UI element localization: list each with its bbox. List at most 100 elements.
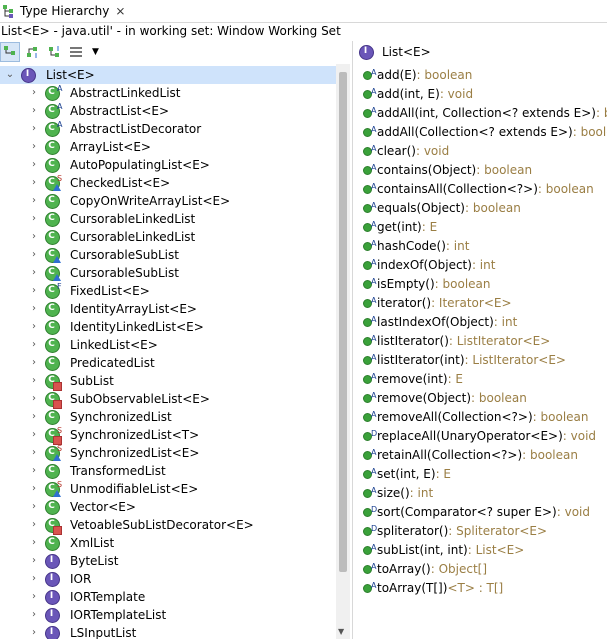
tree-item[interactable]: › C CursorableLinkedList [0,210,195,228]
chevron-right-icon[interactable]: › [28,210,40,228]
tree-item[interactable]: › C PredicatedList [0,354,155,372]
tree-item[interactable]: › C A AbstractListDecorator [0,120,201,138]
method-item[interactable]: Aget(int) : E [356,218,437,237]
pane-divider[interactable] [352,41,353,639]
tree-item[interactable]: › C F FixedList<E> [0,282,150,300]
show-supertype-hierarchy-button[interactable] [22,42,42,62]
tree-item[interactable]: › C VetoableSubListDecorator<E> [0,516,254,535]
tree-item[interactable]: › C A AbstractLinkedList [0,84,181,102]
tree-item[interactable]: › I LSInputList [0,624,136,639]
show-type-hierarchy-button[interactable] [0,42,20,62]
tree-item[interactable]: › C XmlList [0,534,114,552]
method-item[interactable]: AcontainsAll(Collection<?>) : boolean [356,180,594,199]
method-item[interactable]: Acontains(Object) : boolean [356,161,532,180]
members-list[interactable]: Aadd(E) : boolean Aadd(int, E) : void Aadd… [356,64,607,639]
method-item[interactable]: AlistIterator() : ListIterator<E> [356,332,550,351]
method-item[interactable]: AaddAll(int, Collection<? extends E>) : … [356,104,607,123]
chevron-right-icon[interactable]: › [28,264,40,282]
chevron-right-icon[interactable]: › [28,84,40,102]
chevron-right-icon[interactable]: › [28,120,40,138]
method-item[interactable]: Dsort(Comparator<? super E>) : void [356,503,590,522]
scroll-down-icon[interactable]: ▼ [338,627,344,636]
tree-item[interactable]: › I ByteList [0,552,118,570]
method-item[interactable]: AaddAll(Collection<? extends E>) : boole… [356,123,607,142]
close-icon[interactable]: ⨯ [115,4,125,18]
chevron-right-icon[interactable]: › [28,282,40,300]
tree-root[interactable]: ⌄ I List<E> [0,66,336,84]
chevron-right-icon[interactable]: › [28,606,40,624]
tree-item[interactable]: › C S SynchronizedList<T> [0,426,199,445]
method-item[interactable]: Aremove(Object) : boolean [356,389,527,408]
chevron-right-icon[interactable]: › [28,156,40,174]
method-item[interactable]: DreplaceAll(UnaryOperator<E>) : void [356,427,596,446]
tree-item[interactable]: › I IORTemplateList [0,606,166,624]
tree-item[interactable]: › C A AbstractList<E> [0,102,169,120]
tree-item[interactable]: › C LinkedList<E> [0,336,158,354]
tree-item[interactable]: › C AutoPopulatingList<E> [0,156,210,174]
chevron-right-icon[interactable]: › [28,354,40,372]
vertical-scrollbar[interactable]: ▼ [336,64,350,639]
tree-item[interactable]: › C S UnmodifiableList<E> [0,480,198,498]
method-item[interactable]: AretainAll(Collection<?>) : boolean [356,446,578,465]
tree-item[interactable]: › C IdentityLinkedList<E> [0,318,204,336]
chevron-right-icon[interactable]: › [28,300,40,318]
history-list-button[interactable] [66,42,86,62]
chevron-right-icon[interactable]: › [28,462,40,480]
interface-icon: I [20,67,36,83]
tree-item[interactable]: › C IdentityArrayList<E> [0,300,197,318]
chevron-right-icon[interactable]: › [28,174,40,192]
tree-item[interactable]: › C S CheckedList<E> [0,174,170,192]
method-item[interactable]: AlistIterator(int) : ListIterator<E> [356,351,566,370]
method-item[interactable]: Asize() : int [356,484,433,503]
tree-item[interactable]: › I IORTemplate [0,588,145,606]
chevron-right-icon[interactable]: › [28,570,40,588]
tree-item[interactable]: › C Vector<E> [0,498,136,516]
chevron-right-icon[interactable]: › [28,552,40,570]
chevron-right-icon[interactable]: › [28,372,40,390]
chevron-right-icon[interactable]: › [28,102,40,120]
method-item[interactable]: AsubList(int, int) : List<E> [356,541,524,560]
chevron-right-icon[interactable]: › [28,246,40,264]
method-item[interactable]: Aequals(Object) : boolean [356,199,521,218]
show-subtype-hierarchy-button[interactable] [44,42,64,62]
tree-item[interactable]: › C CursorableSubList [0,246,179,264]
chevron-right-icon[interactable]: › [28,444,40,462]
method-item[interactable]: AtoArray(T[]) <T> : T[] [356,579,503,598]
chevron-right-icon[interactable]: › [28,390,40,408]
tree-item[interactable]: › C CursorableSubList [0,264,179,282]
tree-item[interactable]: › I IOR [0,570,91,588]
tree-item[interactable]: › C ArrayList<E> [0,138,151,156]
method-item[interactable]: Aclear() : void [356,142,449,161]
chevron-right-icon[interactable]: › [28,516,40,534]
method-signature: sort(Comparator<? super E>) [377,505,557,519]
chevron-right-icon[interactable]: › [28,318,40,336]
chevron-right-icon[interactable]: › [28,408,40,426]
chevron-right-icon[interactable]: › [28,228,40,246]
chevron-right-icon[interactable]: › [28,588,40,606]
chevron-right-icon[interactable]: › [28,480,40,498]
chevron-right-icon[interactable]: › [28,336,40,354]
method-item[interactable]: Dspliterator() : Spliterator<E> [356,522,547,541]
chevron-right-icon[interactable]: › [28,138,40,156]
tree-item[interactable]: › C CopyOnWriteArrayList<E> [0,192,230,210]
chevron-right-icon[interactable]: › [28,624,40,639]
tree-item[interactable]: › C S SynchronizedList<E> [0,444,199,462]
tree-item[interactable]: › C TransformedList [0,462,166,480]
chevron-down-icon[interactable]: ⌄ [4,66,16,84]
chevron-right-icon[interactable]: › [28,426,40,444]
tree-item[interactable]: › C CursorableLinkedList [0,228,195,246]
chevron-right-icon[interactable]: › [28,498,40,516]
method-item[interactable]: AremoveAll(Collection<?>) : boolean [356,408,589,427]
method-item[interactable]: AlastIndexOf(Object) : int [356,313,517,332]
tab-type-hierarchy[interactable]: Type Hierarchy ⨯ [0,0,125,22]
chevron-right-icon[interactable]: › [28,192,40,210]
tree-item[interactable]: › C SynchronizedList [0,408,172,426]
view-menu-dropdown-icon[interactable]: ▼ [92,47,99,57]
method-item[interactable]: Aiterator() : Iterator<E> [356,294,512,313]
tree-item[interactable]: › C SubObservableList<E> [0,390,210,409]
method-item[interactable]: AindexOf(Object) : int [356,256,495,275]
tree-item[interactable]: › C SubList [0,372,114,391]
hierarchy-tree[interactable]: ⌄ I List<E> › C A AbstractLinkedList › C A Abst… [0,64,352,639]
scrollbar-thumb[interactable] [339,72,347,572]
chevron-right-icon[interactable]: › [28,534,40,552]
